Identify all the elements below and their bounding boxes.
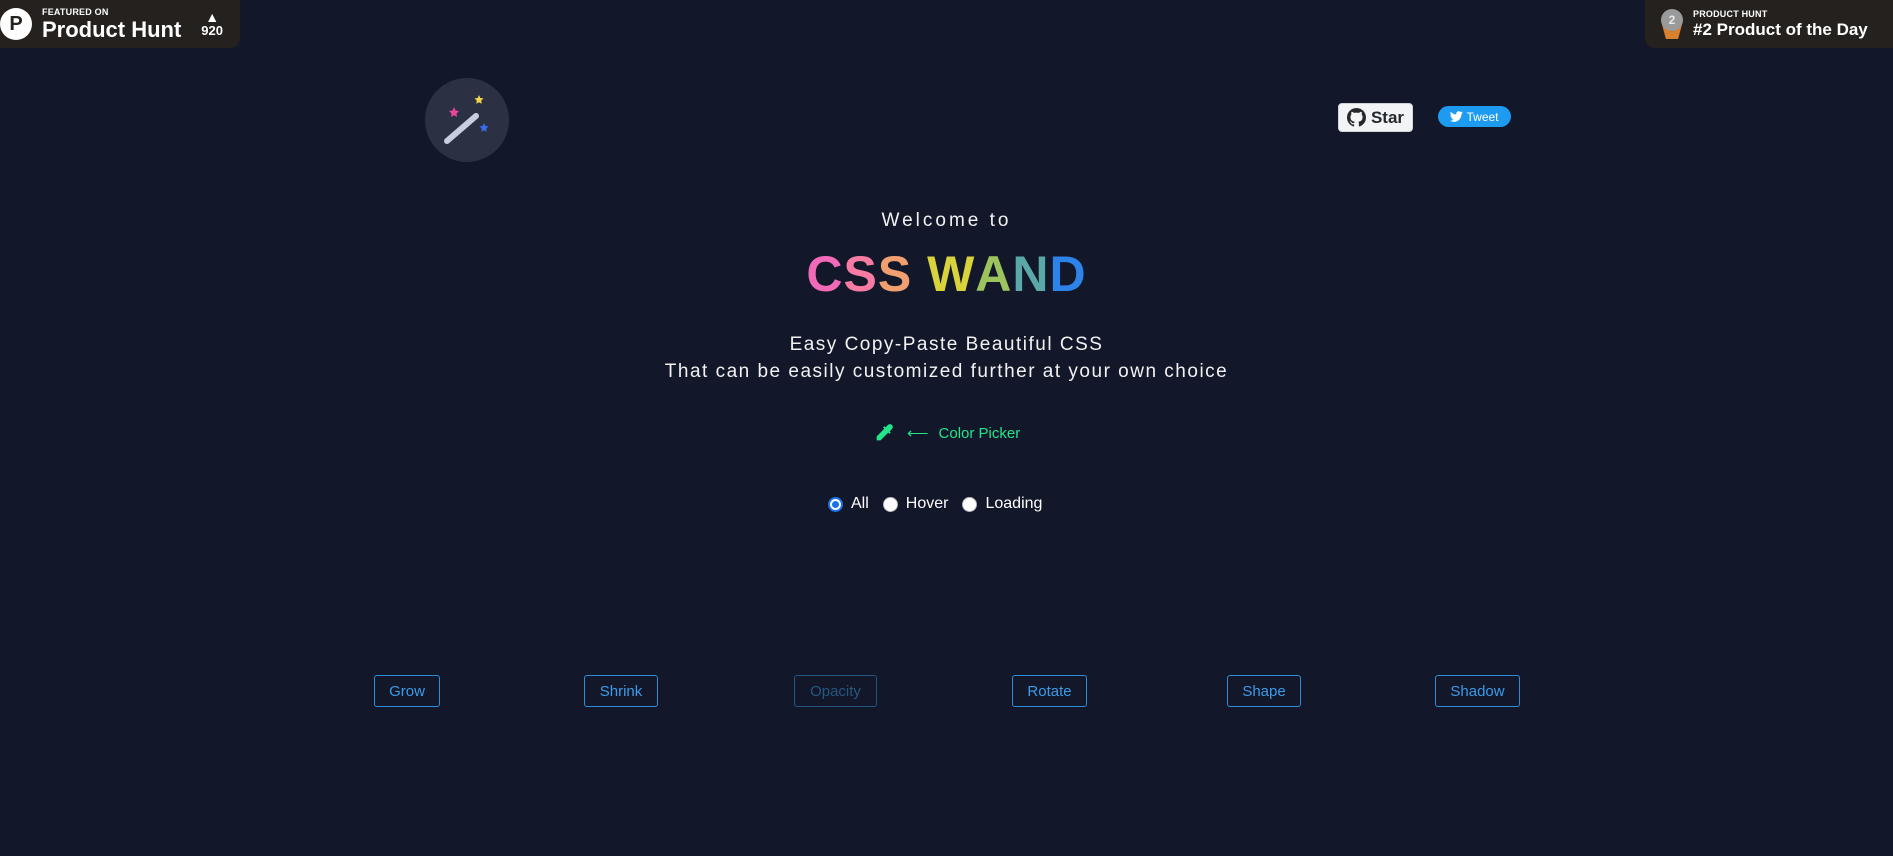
site-title: CSS WAND bbox=[0, 245, 1893, 303]
filter-label-loading: Loading bbox=[985, 495, 1043, 512]
twitter-bird-icon bbox=[1450, 111, 1464, 122]
left-arrow-icon: ⟵ bbox=[907, 425, 929, 442]
tagline-line-1: Easy Copy-Paste Beautiful CSS bbox=[789, 334, 1104, 355]
tagline-line-2: That can be easily customized further at… bbox=[664, 361, 1229, 382]
title-letter: C bbox=[806, 246, 844, 302]
shadow-button[interactable]: Shadow bbox=[1435, 675, 1520, 707]
product-hunt-featured-badge[interactable]: P FEATURED ON Product Hunt ▲ 920 bbox=[0, 0, 240, 48]
featured-on-label: FEATURED ON bbox=[42, 6, 109, 17]
upvote-arrow-icon: ▲ bbox=[205, 9, 220, 25]
filter-option-all[interactable]: All bbox=[828, 495, 869, 513]
title-letter bbox=[912, 245, 927, 303]
filter-label-hover: Hover bbox=[905, 495, 949, 512]
tweet-button[interactable]: Tweet bbox=[1438, 106, 1511, 127]
welcome-text: Welcome to bbox=[881, 210, 1012, 231]
filter-option-hover[interactable]: Hover bbox=[882, 495, 949, 513]
rank-title: #2 Product of the Day bbox=[1693, 19, 1868, 39]
shrink-button[interactable]: Shrink bbox=[584, 675, 658, 707]
product-hunt-featured-text: FEATURED ON Product Hunt bbox=[42, 7, 181, 42]
filter-option-loading[interactable]: Loading bbox=[962, 495, 1042, 513]
github-star-button[interactable]: Star bbox=[1338, 103, 1413, 132]
product-hunt-logo-icon: P bbox=[0, 8, 32, 40]
radio-loading[interactable] bbox=[962, 496, 978, 512]
effect-filter-group: All Hover Loading bbox=[828, 495, 1056, 513]
css-wand-logo bbox=[425, 78, 509, 162]
title-letter: N bbox=[1012, 246, 1050, 302]
opacity-button[interactable]: Opacity bbox=[794, 675, 877, 707]
color-picker-button[interactable]: ⟵ Color Picker bbox=[873, 422, 1020, 444]
magic-wand-icon bbox=[444, 95, 489, 144]
product-of-the-day-badge[interactable]: 2 PRODUCT HUNT #2 Product of the Day bbox=[1645, 0, 1893, 48]
product-hunt-label: PRODUCT HUNT bbox=[1693, 8, 1768, 19]
filter-label-all: All bbox=[851, 495, 869, 512]
radio-all[interactable] bbox=[828, 496, 843, 512]
upvote-count: 920 bbox=[201, 23, 223, 38]
product-of-the-day-text: PRODUCT HUNT #2 Product of the Day bbox=[1693, 9, 1868, 40]
rotate-button[interactable]: Rotate bbox=[1012, 675, 1087, 707]
title-letter: W bbox=[927, 246, 976, 302]
github-icon bbox=[1346, 108, 1366, 127]
color-picker-label: Color Picker bbox=[938, 424, 1021, 442]
upvote-counter: ▲ 920 bbox=[201, 10, 223, 38]
title-letter: D bbox=[1049, 246, 1087, 302]
title-letter: S bbox=[843, 246, 878, 302]
product-hunt-name: Product Hunt bbox=[42, 16, 182, 42]
radio-hover[interactable] bbox=[882, 496, 898, 512]
title-letter: A bbox=[975, 246, 1013, 302]
title-letter: S bbox=[877, 246, 913, 302]
github-star-label: Star bbox=[1370, 107, 1405, 127]
eyedropper-icon bbox=[876, 424, 893, 441]
grow-button[interactable]: Grow bbox=[374, 675, 440, 707]
medal-number: 2 bbox=[1661, 9, 1683, 31]
tweet-label: Tweet bbox=[1466, 109, 1499, 124]
shape-button[interactable]: Shape bbox=[1227, 675, 1301, 707]
silver-medal-icon: 2 bbox=[1661, 9, 1683, 39]
